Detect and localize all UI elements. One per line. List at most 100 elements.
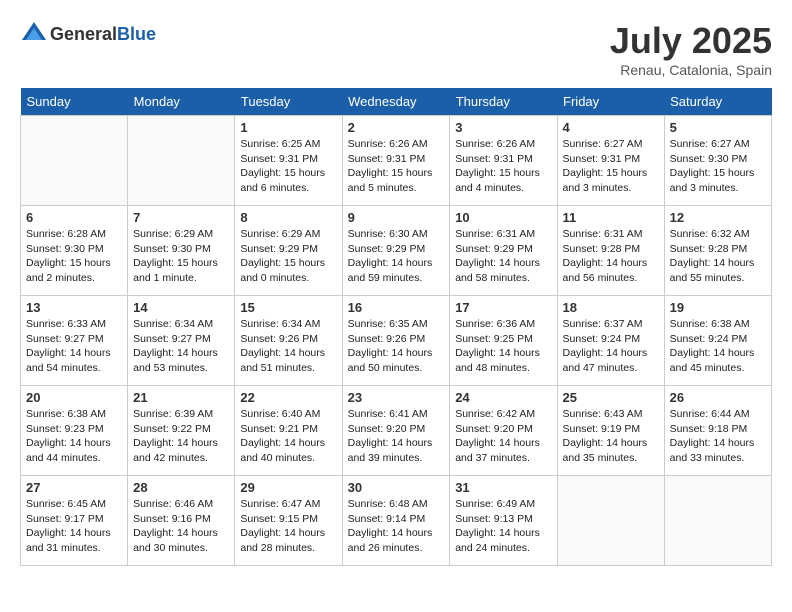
calendar-cell: 2 Sunrise: 6:26 AM Sunset: 9:31 PM Daylig… (342, 116, 450, 206)
calendar-cell: 24 Sunrise: 6:42 AM Sunset: 9:20 PM Dayli… (450, 386, 557, 476)
day-number: 19 (670, 300, 766, 315)
calendar-cell: 12Sunrise: 6:32 AM Sunset: 9:28 PM Dayli… (664, 206, 771, 296)
day-info: Sunrise: 6:40 AM Sunset: 9:21 PM Dayligh… (240, 407, 336, 466)
calendar-cell: 30 Sunrise: 6:48 AM Sunset: 9:14 PM Dayli… (342, 476, 450, 566)
calendar-cell (128, 116, 235, 206)
day-number: 31 (455, 480, 551, 495)
day-info: Sunrise: 6:34 AM Sunset: 9:27 PM Dayligh… (133, 317, 229, 376)
day-info: Sunrise: 6:29 AM Sunset: 9:29 PM Dayligh… (240, 227, 336, 286)
day-info: Sunrise: 6:49 AM Sunset: 9:13 PM Dayligh… (455, 497, 551, 556)
calendar-cell: 29Sunrise: 6:47 AM Sunset: 9:15 PM Dayli… (235, 476, 342, 566)
col-header-thursday: Thursday (450, 88, 557, 116)
calendar-cell: 19Sunrise: 6:38 AM Sunset: 9:24 PM Dayli… (664, 296, 771, 386)
day-info: Sunrise: 6:45 AM Sunset: 9:17 PM Dayligh… (26, 497, 122, 556)
day-number: 2 (348, 120, 445, 135)
calendar-cell: 28 Sunrise: 6:46 AM Sunset: 9:16 PM Dayli… (128, 476, 235, 566)
calendar-cell (21, 116, 128, 206)
calendar-cell: 22 Sunrise: 6:40 AM Sunset: 9:21 PM Dayli… (235, 386, 342, 476)
page-header: GeneralBlue July 2025 Renau, Catalonia, … (20, 20, 772, 78)
day-number: 16 (348, 300, 445, 315)
day-info: Sunrise: 6:48 AM Sunset: 9:14 PM Dayligh… (348, 497, 445, 556)
calendar-cell: 13 Sunrise: 6:33 AM Sunset: 9:27 PM Dayli… (21, 296, 128, 386)
week-row-5: 27 Sunrise: 6:45 AM Sunset: 9:17 PM Dayli… (21, 476, 772, 566)
calendar-cell: 17Sunrise: 6:36 AM Sunset: 9:25 PM Dayli… (450, 296, 557, 386)
calendar-cell: 31 Sunrise: 6:49 AM Sunset: 9:13 PM Dayli… (450, 476, 557, 566)
day-info: Sunrise: 6:26 AM Sunset: 9:31 PM Dayligh… (455, 137, 551, 196)
calendar-cell: 27 Sunrise: 6:45 AM Sunset: 9:17 PM Dayli… (21, 476, 128, 566)
calendar-cell: 21Sunrise: 6:39 AM Sunset: 9:22 PM Dayli… (128, 386, 235, 476)
col-header-friday: Friday (557, 88, 664, 116)
day-number: 20 (26, 390, 122, 405)
col-header-tuesday: Tuesday (235, 88, 342, 116)
logo-general: General (50, 24, 117, 44)
day-number: 4 (563, 120, 659, 135)
col-header-saturday: Saturday (664, 88, 771, 116)
calendar-cell: 15 Sunrise: 6:34 AM Sunset: 9:26 PM Dayli… (235, 296, 342, 386)
day-number: 8 (240, 210, 336, 225)
day-info: Sunrise: 6:38 AM Sunset: 9:23 PM Dayligh… (26, 407, 122, 466)
day-info: Sunrise: 6:31 AM Sunset: 9:28 PM Dayligh… (563, 227, 659, 286)
calendar-cell: 7Sunrise: 6:29 AM Sunset: 9:30 PM Daylig… (128, 206, 235, 296)
day-info: Sunrise: 6:36 AM Sunset: 9:25 PM Dayligh… (455, 317, 551, 376)
day-info: Sunrise: 6:28 AM Sunset: 9:30 PM Dayligh… (26, 227, 122, 286)
day-number: 30 (348, 480, 445, 495)
day-number: 26 (670, 390, 766, 405)
day-number: 7 (133, 210, 229, 225)
day-number: 9 (348, 210, 445, 225)
logo: GeneralBlue (20, 20, 156, 48)
day-number: 29 (240, 480, 336, 495)
calendar-cell: 18 Sunrise: 6:37 AM Sunset: 9:24 PM Dayli… (557, 296, 664, 386)
day-info: Sunrise: 6:34 AM Sunset: 9:26 PM Dayligh… (240, 317, 336, 376)
calendar-cell: 25 Sunrise: 6:43 AM Sunset: 9:19 PM Dayli… (557, 386, 664, 476)
col-header-wednesday: Wednesday (342, 88, 450, 116)
day-info: Sunrise: 6:26 AM Sunset: 9:31 PM Dayligh… (348, 137, 445, 196)
day-info: Sunrise: 6:31 AM Sunset: 9:29 PM Dayligh… (455, 227, 551, 286)
calendar-cell: 11 Sunrise: 6:31 AM Sunset: 9:28 PM Dayli… (557, 206, 664, 296)
day-info: Sunrise: 6:25 AM Sunset: 9:31 PM Dayligh… (240, 137, 336, 196)
day-info: Sunrise: 6:35 AM Sunset: 9:26 PM Dayligh… (348, 317, 445, 376)
day-number: 24 (455, 390, 551, 405)
week-row-3: 13 Sunrise: 6:33 AM Sunset: 9:27 PM Dayli… (21, 296, 772, 386)
day-number: 18 (563, 300, 659, 315)
calendar-cell (664, 476, 771, 566)
logo-icon (20, 20, 48, 48)
day-number: 13 (26, 300, 122, 315)
calendar-cell: 10 Sunrise: 6:31 AM Sunset: 9:29 PM Dayli… (450, 206, 557, 296)
calendar-cell: 5Sunrise: 6:27 AM Sunset: 9:30 PM Daylig… (664, 116, 771, 206)
day-info: Sunrise: 6:32 AM Sunset: 9:28 PM Dayligh… (670, 227, 766, 286)
day-number: 21 (133, 390, 229, 405)
calendar-cell: 14 Sunrise: 6:34 AM Sunset: 9:27 PM Dayli… (128, 296, 235, 386)
day-number: 28 (133, 480, 229, 495)
day-number: 14 (133, 300, 229, 315)
day-number: 23 (348, 390, 445, 405)
week-row-2: 6Sunrise: 6:28 AM Sunset: 9:30 PM Daylig… (21, 206, 772, 296)
col-header-sunday: Sunday (21, 88, 128, 116)
logo-blue: Blue (117, 24, 156, 44)
calendar-cell: 8 Sunrise: 6:29 AM Sunset: 9:29 PM Daylig… (235, 206, 342, 296)
day-number: 22 (240, 390, 336, 405)
day-info: Sunrise: 6:41 AM Sunset: 9:20 PM Dayligh… (348, 407, 445, 466)
calendar-cell: 20 Sunrise: 6:38 AM Sunset: 9:23 PM Dayli… (21, 386, 128, 476)
day-info: Sunrise: 6:42 AM Sunset: 9:20 PM Dayligh… (455, 407, 551, 466)
logo-text: GeneralBlue (50, 24, 156, 45)
day-number: 3 (455, 120, 551, 135)
day-info: Sunrise: 6:46 AM Sunset: 9:16 PM Dayligh… (133, 497, 229, 556)
day-info: Sunrise: 6:43 AM Sunset: 9:19 PM Dayligh… (563, 407, 659, 466)
calendar-cell: 26 Sunrise: 6:44 AM Sunset: 9:18 PM Dayli… (664, 386, 771, 476)
day-number: 11 (563, 210, 659, 225)
calendar-cell: 4 Sunrise: 6:27 AM Sunset: 9:31 PM Daylig… (557, 116, 664, 206)
day-info: Sunrise: 6:44 AM Sunset: 9:18 PM Dayligh… (670, 407, 766, 466)
day-info: Sunrise: 6:37 AM Sunset: 9:24 PM Dayligh… (563, 317, 659, 376)
day-number: 10 (455, 210, 551, 225)
day-number: 25 (563, 390, 659, 405)
week-row-4: 20 Sunrise: 6:38 AM Sunset: 9:23 PM Dayli… (21, 386, 772, 476)
day-number: 5 (670, 120, 766, 135)
day-number: 27 (26, 480, 122, 495)
day-info: Sunrise: 6:27 AM Sunset: 9:31 PM Dayligh… (563, 137, 659, 196)
calendar-header-row: SundayMondayTuesdayWednesdayThursdayFrid… (21, 88, 772, 116)
calendar-cell: 1Sunrise: 6:25 AM Sunset: 9:31 PM Daylig… (235, 116, 342, 206)
location: Renau, Catalonia, Spain (610, 62, 772, 78)
calendar-cell: 16 Sunrise: 6:35 AM Sunset: 9:26 PM Dayli… (342, 296, 450, 386)
day-number: 15 (240, 300, 336, 315)
day-info: Sunrise: 6:33 AM Sunset: 9:27 PM Dayligh… (26, 317, 122, 376)
